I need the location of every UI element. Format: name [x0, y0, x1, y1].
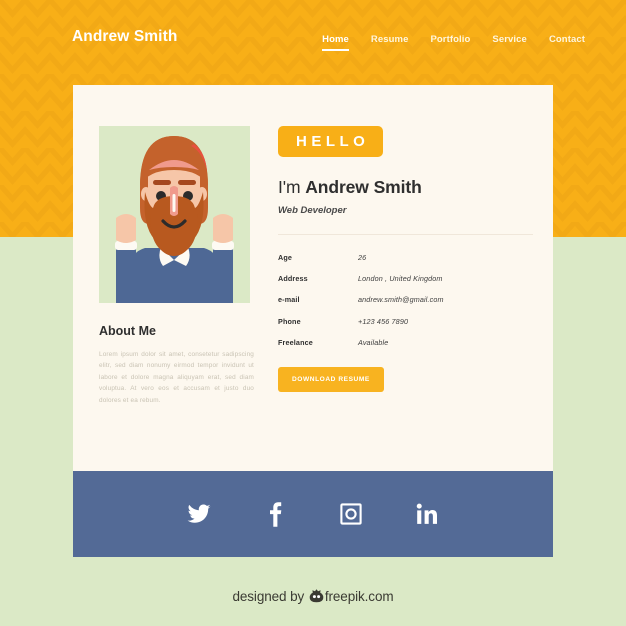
nav-item-resume[interactable]: Resume — [371, 34, 409, 53]
profile-details-column: HELLO I'm Andrew Smith Web Developer Age… — [278, 126, 533, 392]
info-label-age: Age — [278, 253, 293, 263]
facebook-icon[interactable] — [262, 501, 288, 527]
info-label-freelance: Freelance — [278, 337, 313, 347]
about-me-title: About Me — [99, 324, 156, 338]
intro-prefix: I'm — [278, 177, 306, 197]
info-label-address: Address — [278, 274, 308, 284]
info-value-email: andrew.smith@gmail.com — [358, 295, 444, 305]
table-row: e-mail andrew.smith@gmail.com — [278, 289, 533, 310]
download-resume-button[interactable]: DOWNLOAD RESUME — [278, 366, 384, 392]
about-me-block: About Me Lorem ipsum dolor sit amet, con… — [99, 324, 254, 406]
info-value-address: London , United Kingdom — [358, 274, 443, 284]
hello-badge: HELLO — [278, 126, 384, 157]
about-me-text: Lorem ipsum dolor sit amet, consetetur s… — [99, 351, 254, 404]
social-footer — [73, 471, 553, 557]
site-title: Andrew Smith — [72, 28, 178, 45]
instagram-icon[interactable] — [338, 501, 364, 527]
info-label-email: e-mail — [278, 295, 300, 305]
credit-prefix: designed by — [232, 589, 308, 604]
nav-item-contact[interactable]: Contact — [549, 34, 585, 53]
divider — [278, 234, 533, 235]
intro-name: Andrew Smith — [305, 177, 422, 197]
personal-info-table: Age 26 Address London , United Kingdom e… — [278, 247, 533, 353]
table-row: Phone +123 456 7890 — [278, 311, 533, 332]
resume-card: About Me Lorem ipsum dolor sit amet, con… — [73, 85, 553, 471]
main-nav: Home Resume Portfolio Service Contact — [322, 34, 585, 53]
avatar-illustration — [99, 126, 250, 303]
info-value-phone: +123 456 7890 — [358, 316, 409, 326]
table-row: Freelance Available — [278, 332, 533, 353]
twitter-icon[interactable] — [186, 501, 212, 527]
nav-item-service[interactable]: Service — [492, 34, 527, 53]
table-row: Age 26 — [278, 247, 533, 268]
credit-suffix: freepik.com — [324, 589, 394, 604]
nav-item-home[interactable]: Home — [322, 34, 349, 53]
table-row: Address London , United Kingdom — [278, 268, 533, 289]
landing-page: Andrew Smith Home Resume Portfolio Servi… — [0, 0, 626, 626]
info-value-age: 26 — [358, 253, 367, 263]
credit-line: designed by freepik.com — [0, 589, 626, 606]
job-role: Web Developer — [278, 205, 347, 216]
linkedin-icon[interactable] — [414, 501, 440, 527]
nav-item-portfolio[interactable]: Portfolio — [430, 34, 470, 53]
page-title: I'm Andrew Smith — [278, 177, 533, 198]
freepik-logo-icon — [309, 589, 324, 606]
bearded-man-avatar-icon — [99, 126, 250, 303]
info-value-freelance: Available — [358, 337, 389, 347]
info-label-phone: Phone — [278, 316, 301, 326]
